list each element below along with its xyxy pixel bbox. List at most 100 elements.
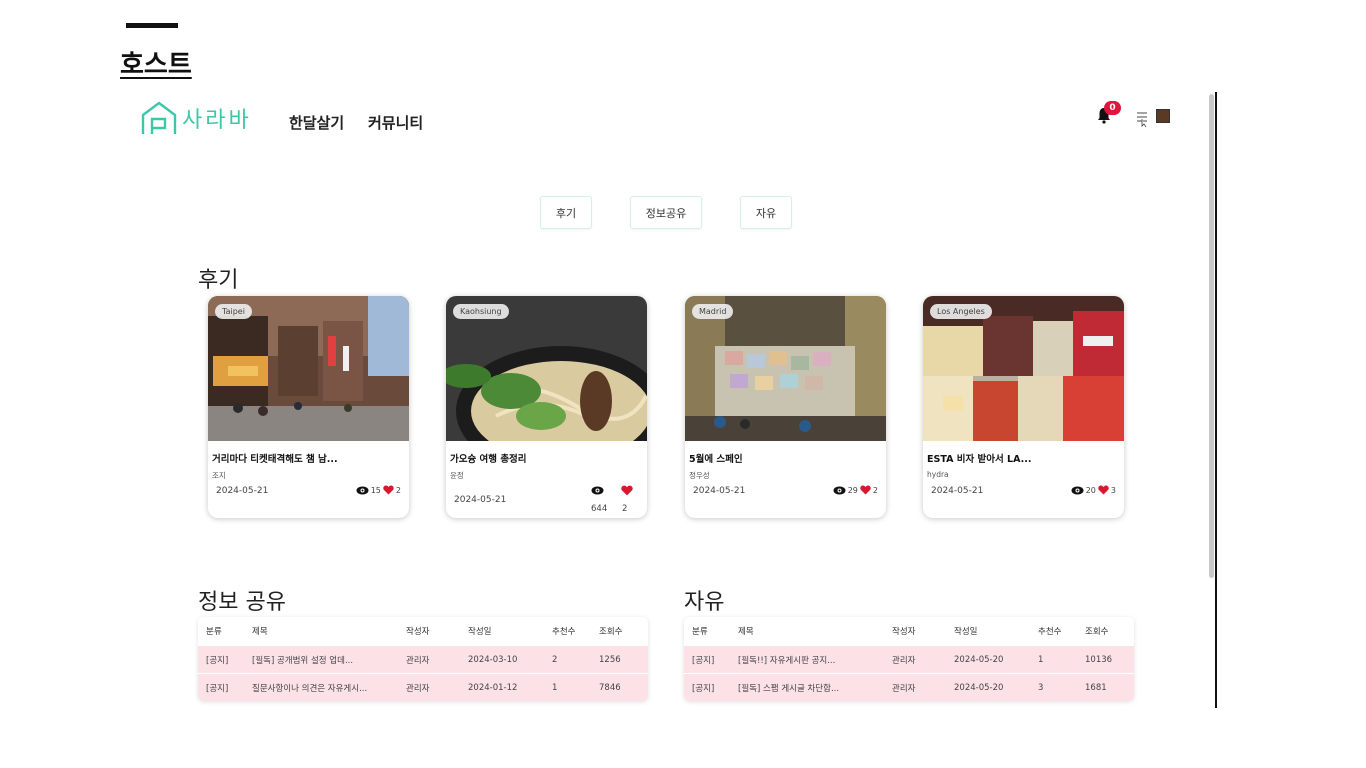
review-author: 조지 <box>212 471 226 480</box>
cell-category: [공지] <box>692 683 715 694</box>
review-date: 2024-05-21 <box>931 486 984 496</box>
nav-item-community[interactable]: 커뮤니티 <box>368 112 423 133</box>
heart-icon[interactable] <box>383 485 394 495</box>
eye-icon <box>833 486 846 494</box>
cell-likes: 1 <box>1038 654 1044 665</box>
browser-viewport: 사라바 한달살기 커뮤니티 0 후기 정보공유 자유 후기 Taipei 거리마… <box>126 92 1218 708</box>
table-row[interactable]: [공지] 질문사항이나 의견은 자유게시... 관리자 2024-01-12 1… <box>198 673 648 701</box>
cell-author: 관리자 <box>406 655 430 666</box>
review-author: 정우성 <box>689 471 710 480</box>
cell-title[interactable]: 질문사항이나 의견은 자유게시... <box>246 682 406 694</box>
review-date: 2024-05-21 <box>454 495 507 505</box>
col-views[interactable]: 조회수 <box>599 625 648 637</box>
review-stats: 20 3 <box>1071 485 1116 495</box>
like-count: 3 <box>1110 485 1116 495</box>
view-count: 20 <box>1085 485 1096 495</box>
heart-icon[interactable] <box>621 485 633 496</box>
col-title[interactable]: 제목 <box>732 625 892 637</box>
cell-date: 2024-01-12 <box>468 682 518 693</box>
col-date[interactable]: 작성일 <box>954 625 1038 637</box>
eye-icon <box>1071 486 1084 494</box>
viewport-border <box>1215 92 1217 708</box>
cell-title[interactable]: [필독] 스팸 게시글 차단합... <box>732 682 892 694</box>
cell-likes: 2 <box>552 654 558 665</box>
slide-title-bar <box>126 23 178 28</box>
info-share-section-title: 정보 공유 <box>198 590 286 615</box>
table-header: 분류 제목 작성자 작성일 추천수 조회수 <box>684 617 1134 645</box>
table-header: 분류 제목 작성자 작성일 추천수 조회수 <box>198 617 648 645</box>
review-card[interactable]: Kaohsiung 가오슝 여행 총정리 윤정 2024-05-21 644 2 <box>446 296 647 518</box>
vertical-scrollbar[interactable] <box>1209 94 1214 578</box>
review-title: ESTA 비자 받아서 LA... <box>927 454 1032 465</box>
like-count: 2 <box>872 485 878 495</box>
review-author: 윤정 <box>450 471 464 480</box>
user-avatar[interactable] <box>1156 109 1170 123</box>
city-tag: Los Angeles <box>930 304 992 319</box>
city-tag: Madrid <box>692 304 734 319</box>
cell-author: 관리자 <box>892 655 916 666</box>
col-title[interactable]: 제목 <box>246 625 406 637</box>
cell-category: [공지] <box>206 683 229 694</box>
tab-info-share[interactable]: 정보공유 <box>630 196 702 229</box>
col-views[interactable]: 조회수 <box>1085 625 1134 637</box>
col-category[interactable]: 분류 <box>198 625 246 637</box>
menu-icon[interactable] <box>1136 110 1148 128</box>
like-count: 2 <box>622 504 628 514</box>
house-logo-icon <box>141 101 177 134</box>
review-card[interactable]: Taipei 거리마다 티켓태격해도 챔 남... 조지 2024-05-21 … <box>208 296 409 518</box>
nav-item-monthly-stay[interactable]: 한달살기 <box>289 112 344 133</box>
cell-category: [공지] <box>206 655 229 666</box>
free-section-title: 자유 <box>684 590 725 615</box>
review-stats: 15 2 <box>356 485 401 495</box>
view-count: 29 <box>847 485 858 495</box>
cell-author: 관리자 <box>406 683 430 694</box>
table-row[interactable]: [공지] [필독] 스팸 게시글 차단합... 관리자 2024-05-20 3… <box>684 673 1134 701</box>
col-author[interactable]: 작성자 <box>406 625 468 637</box>
cell-category: [공지] <box>692 655 715 666</box>
review-card[interactable]: Madrid 5월에 스페인 정우성 2024-05-21 29 2 <box>685 296 886 518</box>
site-logo[interactable]: 사라바 <box>140 100 252 136</box>
review-date: 2024-05-21 <box>216 486 269 496</box>
heart-icon[interactable] <box>1098 485 1109 495</box>
review-author: hydra <box>927 470 949 479</box>
cell-likes: 1 <box>552 682 558 693</box>
review-date: 2024-05-21 <box>693 486 746 496</box>
col-author[interactable]: 작성자 <box>892 625 954 637</box>
cell-views: 1681 <box>1085 682 1107 693</box>
review-stats: 29 2 <box>833 485 878 495</box>
col-likes[interactable]: 추천수 <box>552 625 599 637</box>
review-title: 가오슝 여행 총정리 <box>450 454 527 465</box>
notification-badge: 0 <box>1104 101 1121 115</box>
view-count: 644 <box>591 504 608 514</box>
table-row[interactable]: [공지] [필독!!] 자유게시판 공지... 관리자 2024-05-20 1… <box>684 645 1134 673</box>
review-title: 거리마다 티켓태격해도 챔 남... <box>212 454 338 465</box>
heart-icon[interactable] <box>860 485 871 495</box>
city-tag: Taipei <box>215 304 252 319</box>
table-row[interactable]: [공지] [필독] 공개범위 설정 업데... 관리자 2024-03-10 2… <box>198 645 648 673</box>
like-count: 2 <box>395 485 401 495</box>
col-likes[interactable]: 추천수 <box>1038 625 1085 637</box>
city-tag: Kaohsiung <box>453 304 509 319</box>
cell-date: 2024-05-20 <box>954 682 1004 693</box>
cell-author: 관리자 <box>892 683 916 694</box>
eye-icon <box>356 486 369 494</box>
tab-reviews[interactable]: 후기 <box>540 196 592 229</box>
cell-views: 7846 <box>599 682 621 693</box>
free-table: 분류 제목 작성자 작성일 추천수 조회수 [공지] [필독!!] 자유게시판 … <box>684 617 1134 701</box>
info-share-table: 분류 제목 작성자 작성일 추천수 조회수 [공지] [필독] 공개범위 설정 … <box>198 617 648 701</box>
cell-likes: 3 <box>1038 682 1044 693</box>
tab-free[interactable]: 자유 <box>740 196 792 229</box>
cell-title[interactable]: [필독] 공개범위 설정 업데... <box>246 654 406 666</box>
review-card[interactable]: Los Angeles ESTA 비자 받아서 LA... hydra 2024… <box>923 296 1124 518</box>
cell-date: 2024-03-10 <box>468 654 518 665</box>
review-title: 5월에 스페인 <box>689 454 743 465</box>
col-category[interactable]: 분류 <box>684 625 732 637</box>
logo-text: 사라바 <box>182 108 252 133</box>
cell-views: 1256 <box>599 654 621 665</box>
eye-icon <box>591 486 604 495</box>
cell-views: 10136 <box>1085 654 1113 665</box>
cell-title[interactable]: [필독!!] 자유게시판 공지... <box>732 654 892 666</box>
view-count: 15 <box>370 485 381 495</box>
reviews-section-title: 후기 <box>198 268 239 293</box>
col-date[interactable]: 작성일 <box>468 625 552 637</box>
